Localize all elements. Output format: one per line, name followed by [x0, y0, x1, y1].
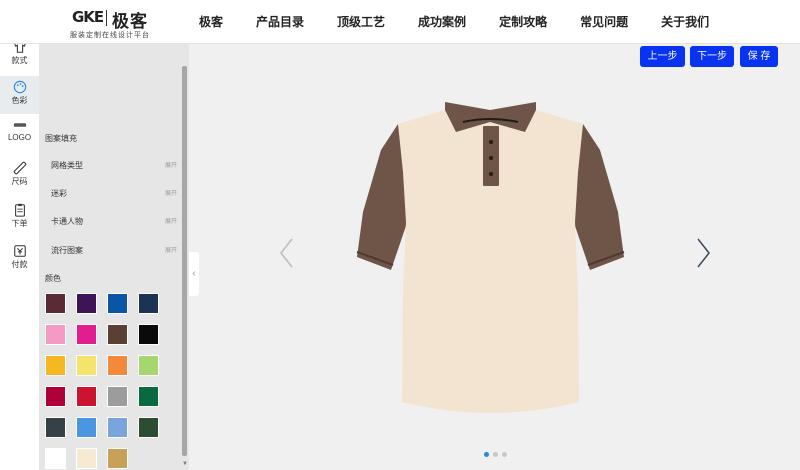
- option-label: 卡通人物: [51, 217, 83, 226]
- palette-icon: [13, 80, 26, 94]
- nav-item-catalog[interactable]: 产品目录: [256, 0, 304, 44]
- color-swatch[interactable]: [138, 324, 159, 345]
- prev-step-button[interactable]: 上一步: [640, 46, 685, 67]
- color-swatch[interactable]: [76, 324, 97, 345]
- preview-stage: 上一步 下一步 保 存: [189, 44, 800, 470]
- colors-title: 颜色: [45, 274, 61, 283]
- toolbar-label-style: 款式: [11, 56, 28, 65]
- color-swatch[interactable]: [107, 417, 128, 438]
- expand-toggle[interactable]: 展开: [165, 188, 177, 197]
- toolbar-label-size: 尺码: [11, 177, 28, 186]
- color-options-panel: 图案填充 网格类型 展开 迷彩 展开 卡通人物 展开 流行图案 展开 颜色 ▼: [39, 44, 189, 470]
- color-swatch[interactable]: [76, 386, 97, 407]
- color-swatch[interactable]: [76, 417, 97, 438]
- logo-icon: [13, 123, 26, 127]
- chevron-right-icon[interactable]: [694, 236, 712, 270]
- color-swatch[interactable]: [45, 417, 66, 438]
- color-swatch[interactable]: [45, 448, 66, 469]
- option-label: 网格类型: [51, 161, 83, 170]
- toolbar-item-size[interactable]: 尺码: [0, 157, 39, 195]
- carousel-dot[interactable]: [484, 452, 489, 457]
- toolbar-item-payment[interactable]: 付款: [0, 240, 39, 278]
- chevron-left-small-icon: ‹: [192, 268, 196, 279]
- brand-tagline: 服装定制在线设计平台: [70, 32, 150, 39]
- nav-item-home[interactable]: 极客: [199, 0, 223, 44]
- logo-divider: [106, 10, 107, 26]
- color-swatch[interactable]: [138, 386, 159, 407]
- color-swatch[interactable]: [138, 293, 159, 314]
- payment-icon: [13, 245, 26, 257]
- panel-scrollbar[interactable]: [182, 66, 187, 470]
- expand-toggle[interactable]: 展开: [165, 160, 177, 169]
- color-swatch[interactable]: [45, 386, 66, 407]
- ruler-icon: [13, 161, 26, 175]
- toolbar-item-color[interactable]: 色彩: [0, 76, 39, 114]
- scrollbar-thumb[interactable]: [182, 66, 187, 456]
- nav-item-cases[interactable]: 成功案例: [418, 0, 466, 44]
- pattern-fill-title: 图案填充: [45, 134, 77, 143]
- brand-logo[interactable]: GKE 极客 服装定制在线设计平台: [68, 6, 158, 40]
- color-swatch[interactable]: [45, 293, 66, 314]
- carousel-dot[interactable]: [493, 452, 498, 457]
- toolbar-label-color: 色彩: [11, 96, 28, 105]
- option-label: 流行图案: [51, 246, 83, 255]
- top-header: GKE 极客 服装定制在线设计平台 极客 产品目录 顶级工艺 成功案例 定制攻略…: [0, 0, 800, 44]
- color-swatch[interactable]: [107, 293, 128, 314]
- color-swatch[interactable]: [138, 355, 159, 376]
- save-button[interactable]: 保 存: [740, 46, 778, 67]
- carousel-dot[interactable]: [502, 452, 507, 457]
- nav-item-about[interactable]: 关于我们: [661, 0, 709, 44]
- toolbar-label-order: 下单: [11, 219, 28, 228]
- next-step-button[interactable]: 下一步: [690, 46, 734, 67]
- color-swatch[interactable]: [107, 386, 128, 407]
- expand-toggle[interactable]: 展开: [165, 245, 177, 254]
- clipboard-icon: [14, 203, 25, 217]
- option-cartoon[interactable]: 卡通人物 展开: [51, 216, 177, 228]
- color-swatch[interactable]: [107, 355, 128, 376]
- color-swatch[interactable]: [45, 355, 66, 376]
- scroll-down-icon[interactable]: ▼: [182, 461, 188, 467]
- color-swatch[interactable]: [107, 324, 128, 345]
- color-swatch[interactable]: [76, 448, 97, 469]
- toolbar-label-payment: 付款: [11, 260, 28, 269]
- nav-item-craft[interactable]: 顶级工艺: [337, 0, 385, 44]
- polo-shirt-preview[interactable]: [353, 102, 628, 427]
- nav-item-faq[interactable]: 常见问题: [580, 0, 628, 44]
- color-swatch[interactable]: [76, 355, 97, 376]
- brand-name: 极客: [112, 12, 148, 31]
- nav-item-guide[interactable]: 定制攻略: [499, 0, 547, 44]
- toolbar-item-order[interactable]: 下单: [0, 199, 39, 237]
- panel-collapse-toggle[interactable]: ‹: [189, 252, 199, 296]
- option-camouflage[interactable]: 迷彩 展开: [51, 188, 177, 200]
- design-toolbar: 款式 色彩 LOGO 尺码 下单 付款: [0, 41, 39, 470]
- carousel-dots: [484, 452, 514, 458]
- expand-toggle[interactable]: 展开: [165, 216, 177, 225]
- color-swatch[interactable]: [76, 293, 97, 314]
- option-grid-type[interactable]: 网格类型 展开: [51, 160, 177, 172]
- option-popular[interactable]: 流行图案 展开: [51, 245, 177, 257]
- main-nav: 极客 产品目录 顶级工艺 成功案例 定制攻略 常见问题 关于我们: [190, 0, 742, 44]
- color-swatch[interactable]: [107, 448, 128, 469]
- option-label: 迷彩: [51, 189, 67, 198]
- color-swatch[interactable]: [138, 417, 159, 438]
- toolbar-label-logo: LOGO: [7, 133, 32, 142]
- color-swatch[interactable]: [45, 324, 66, 345]
- chevron-left-icon[interactable]: [278, 236, 296, 270]
- toolbar-item-logo[interactable]: LOGO: [0, 114, 39, 152]
- brand-mark: GKE: [72, 8, 104, 26]
